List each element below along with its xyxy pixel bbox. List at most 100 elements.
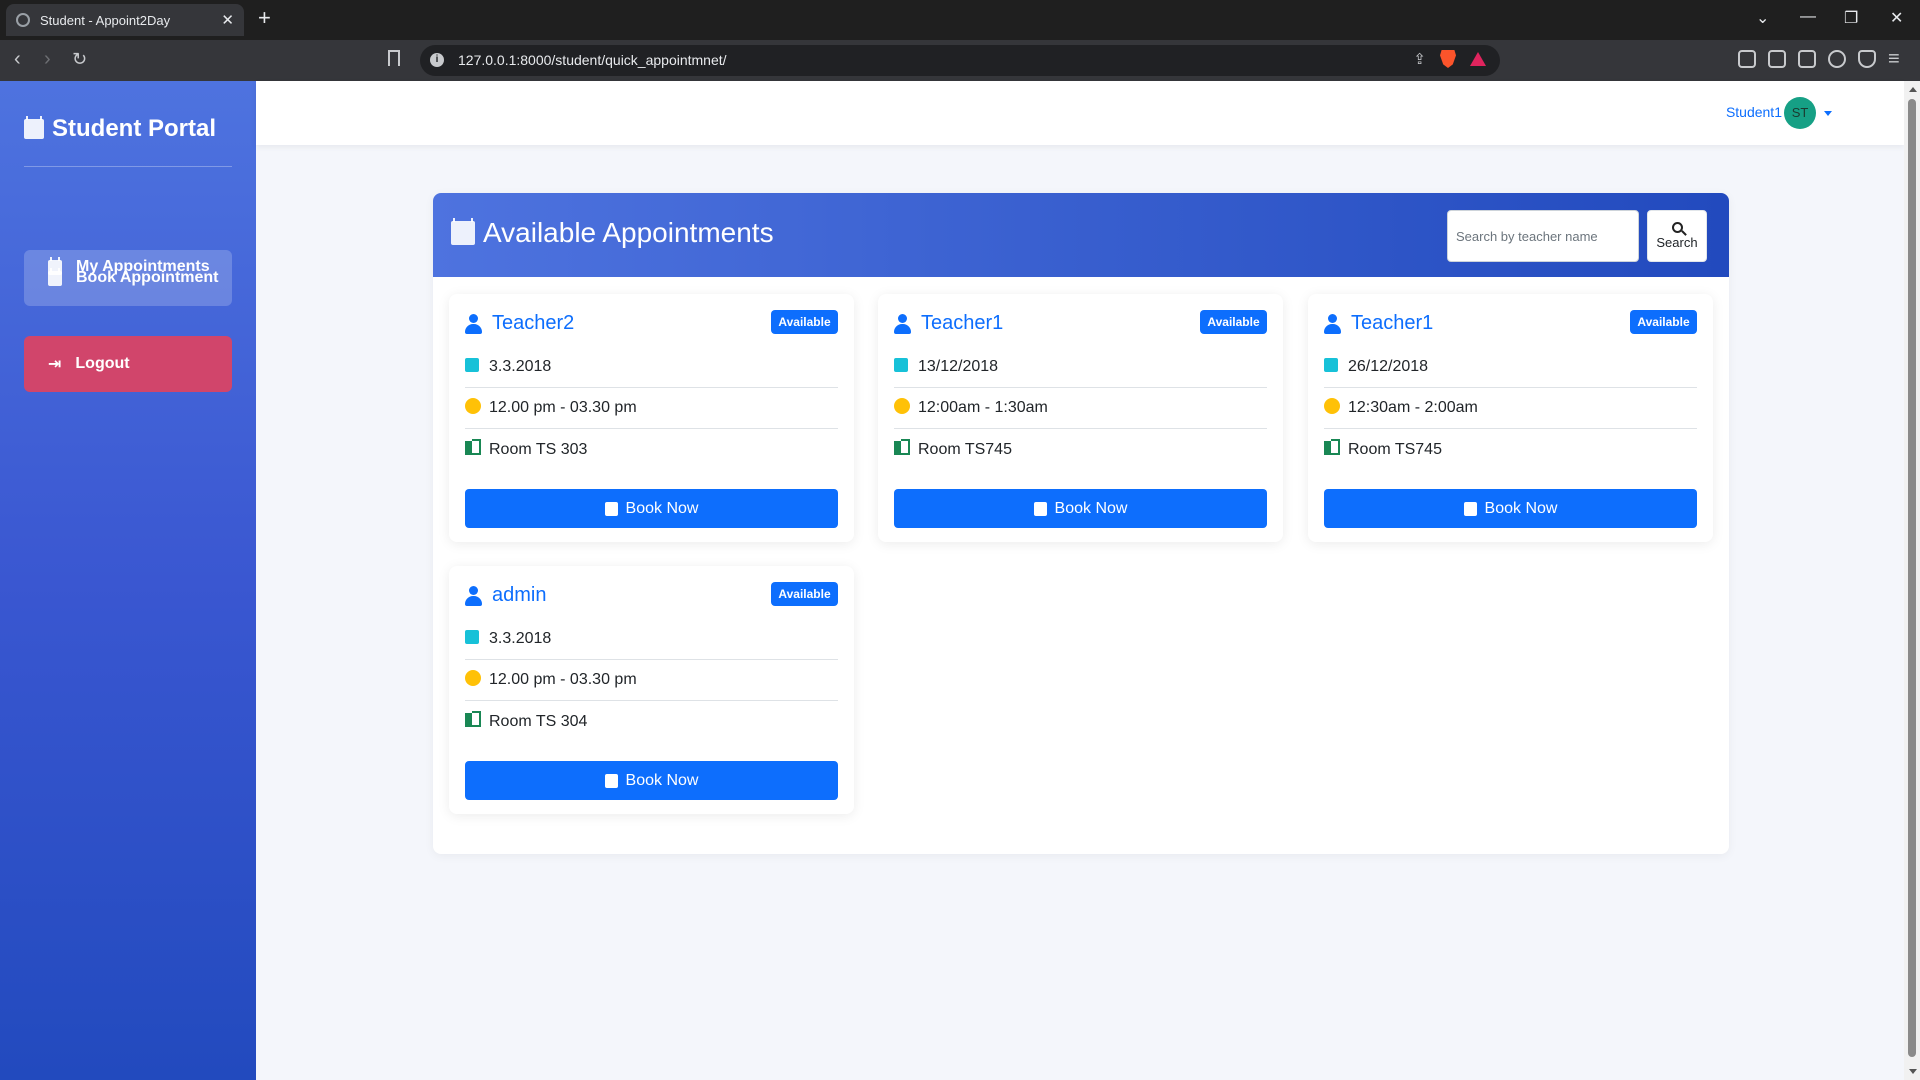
brand[interactable]: Student Portal [24, 115, 216, 143]
logout-icon: ⇥ [48, 356, 62, 373]
clock-icon [894, 397, 910, 414]
sidebar-item-book-appointment[interactable]: Book Appointment [24, 250, 232, 306]
book-now-label: Book Now [1484, 499, 1558, 517]
appointment-date: 26/12/2018 [1348, 358, 1429, 375]
calendar-icon [894, 357, 908, 372]
chevron-down-icon[interactable] [1824, 111, 1832, 116]
appointment-card: Teacher2 Available 3.3.2018 12.00 pm - 0… [449, 294, 854, 542]
room-row: Room TS 303 [465, 429, 838, 470]
calendar-check-icon [1463, 501, 1477, 516]
calendar-check-icon [604, 773, 618, 788]
search-button-label: Search [1656, 235, 1698, 250]
scroll-down-icon[interactable] [1909, 1069, 1917, 1074]
status-badge: Available [1200, 310, 1267, 334]
appointment-room: Room TS745 [918, 440, 1012, 458]
user-icon [465, 314, 482, 334]
forward-icon[interactable]: › [44, 48, 51, 70]
date-row: 13/12/2018 [894, 347, 1267, 388]
status-badge: Available [1630, 310, 1697, 334]
appointment-date: 3.3.2018 [489, 358, 552, 375]
appointment-room: Room TS 303 [489, 440, 588, 458]
browser-tab[interactable]: Student - Appoint2Day ✕ [6, 4, 244, 36]
calendar-icon [1324, 357, 1338, 372]
date-row: 3.3.2018 [465, 619, 838, 660]
time-row: 12.00 pm - 03.30 pm [465, 660, 838, 701]
appointment-time: 12.00 pm - 03.30 pm [489, 399, 637, 416]
scroll-up-icon[interactable] [1909, 87, 1917, 92]
minimize-icon[interactable]: — [1800, 8, 1816, 26]
extensions-icon[interactable] [1738, 50, 1756, 68]
tab-search-icon[interactable]: ⌄ [1756, 8, 1769, 28]
search-button[interactable]: Search [1647, 210, 1707, 262]
book-now-button[interactable]: Book Now [1324, 489, 1697, 528]
appointment-card: Teacher1 Available 26/12/2018 12:30am - … [1308, 294, 1713, 542]
bookmark-icon[interactable] [388, 50, 400, 66]
appointment-room: Room TS 304 [489, 712, 588, 730]
time-row: 12:00am - 1:30am [894, 388, 1267, 429]
door-icon [1324, 439, 1342, 455]
new-tab-icon[interactable]: + [258, 7, 271, 29]
sidebar-item-logout[interactable]: ⇥ Logout [24, 336, 232, 392]
url-text[interactable]: 127.0.0.1:8000/student/quick_appointmnet… [458, 52, 727, 68]
room-row: Room TS 304 [465, 701, 838, 742]
book-now-label: Book Now [625, 771, 699, 789]
browser-tab-strip: Student - Appoint2Day ✕ + ⌄ — ❐ ✕ [0, 0, 1920, 40]
page-scrollbar[interactable] [1904, 81, 1920, 1080]
calendar-check-icon [604, 501, 618, 516]
clock-icon [465, 397, 481, 414]
calendar-icon [24, 116, 44, 139]
tab-title: Student - Appoint2Day [40, 12, 171, 28]
teacher-name: Teacher1 [1351, 312, 1434, 334]
sidebar-toggle-icon[interactable] [1768, 50, 1786, 68]
address-bar[interactable]: i 127.0.0.1:8000/student/quick_appointmn… [420, 45, 1500, 76]
room-row: Room TS745 [894, 429, 1267, 470]
user-icon [465, 586, 482, 606]
brave-shields-icon[interactable] [1440, 50, 1456, 68]
appointment-time: 12.00 pm - 03.30 pm [489, 671, 637, 688]
book-now-button[interactable]: Book Now [894, 489, 1267, 528]
calendar-check-icon [1033, 501, 1047, 516]
calendar-plus-icon [451, 218, 475, 245]
user-icon [1324, 314, 1341, 334]
calendar-icon [465, 629, 479, 644]
wallet-icon[interactable] [1798, 50, 1816, 68]
brave-rewards-icon[interactable] [1470, 52, 1486, 66]
search-input[interactable] [1447, 210, 1639, 262]
book-now-label: Book Now [1054, 499, 1128, 517]
appointment-time: 12:00am - 1:30am [918, 399, 1048, 416]
teacher-name: Teacher1 [921, 312, 1004, 334]
scroll-thumb[interactable] [1908, 99, 1916, 1057]
close-tab-icon[interactable]: ✕ [221, 11, 234, 29]
status-badge: Available [771, 310, 838, 334]
teacher-name: admin [492, 584, 547, 606]
calendar-icon [465, 357, 479, 372]
reload-icon[interactable]: ↻ [72, 48, 87, 70]
door-icon [894, 439, 912, 455]
leo-ai-icon[interactable] [1828, 50, 1846, 68]
share-icon[interactable]: ⇪ [1413, 50, 1426, 68]
top-navbar: Student1 ST [256, 81, 1904, 145]
vpn-icon[interactable] [1858, 50, 1876, 68]
calendar-plus-icon [48, 267, 62, 286]
sidebar-item-label: Logout [75, 355, 130, 372]
user-name[interactable]: Student1 [1726, 104, 1782, 120]
user-icon [894, 314, 911, 334]
appointment-date: 3.3.2018 [489, 630, 552, 647]
appointment-date: 13/12/2018 [918, 358, 999, 375]
book-now-button[interactable]: Book Now [465, 761, 838, 800]
avatar[interactable]: ST [1784, 97, 1816, 129]
brand-title: Student Portal [52, 115, 217, 142]
restore-icon[interactable]: ❐ [1844, 8, 1858, 28]
back-icon[interactable]: ‹ [14, 48, 21, 70]
time-row: 12:30am - 2:00am [1324, 388, 1697, 429]
clock-icon [465, 669, 481, 686]
book-now-label: Book Now [625, 499, 699, 517]
close-window-icon[interactable]: ✕ [1890, 8, 1903, 28]
page-title: Available Appointments [451, 217, 774, 249]
appointment-room: Room TS745 [1348, 440, 1442, 458]
site-info-icon[interactable]: i [430, 53, 444, 67]
globe-icon [16, 13, 30, 27]
clock-icon [1324, 397, 1340, 414]
menu-icon[interactable]: ≡ [1888, 48, 1900, 70]
book-now-button[interactable]: Book Now [465, 489, 838, 528]
